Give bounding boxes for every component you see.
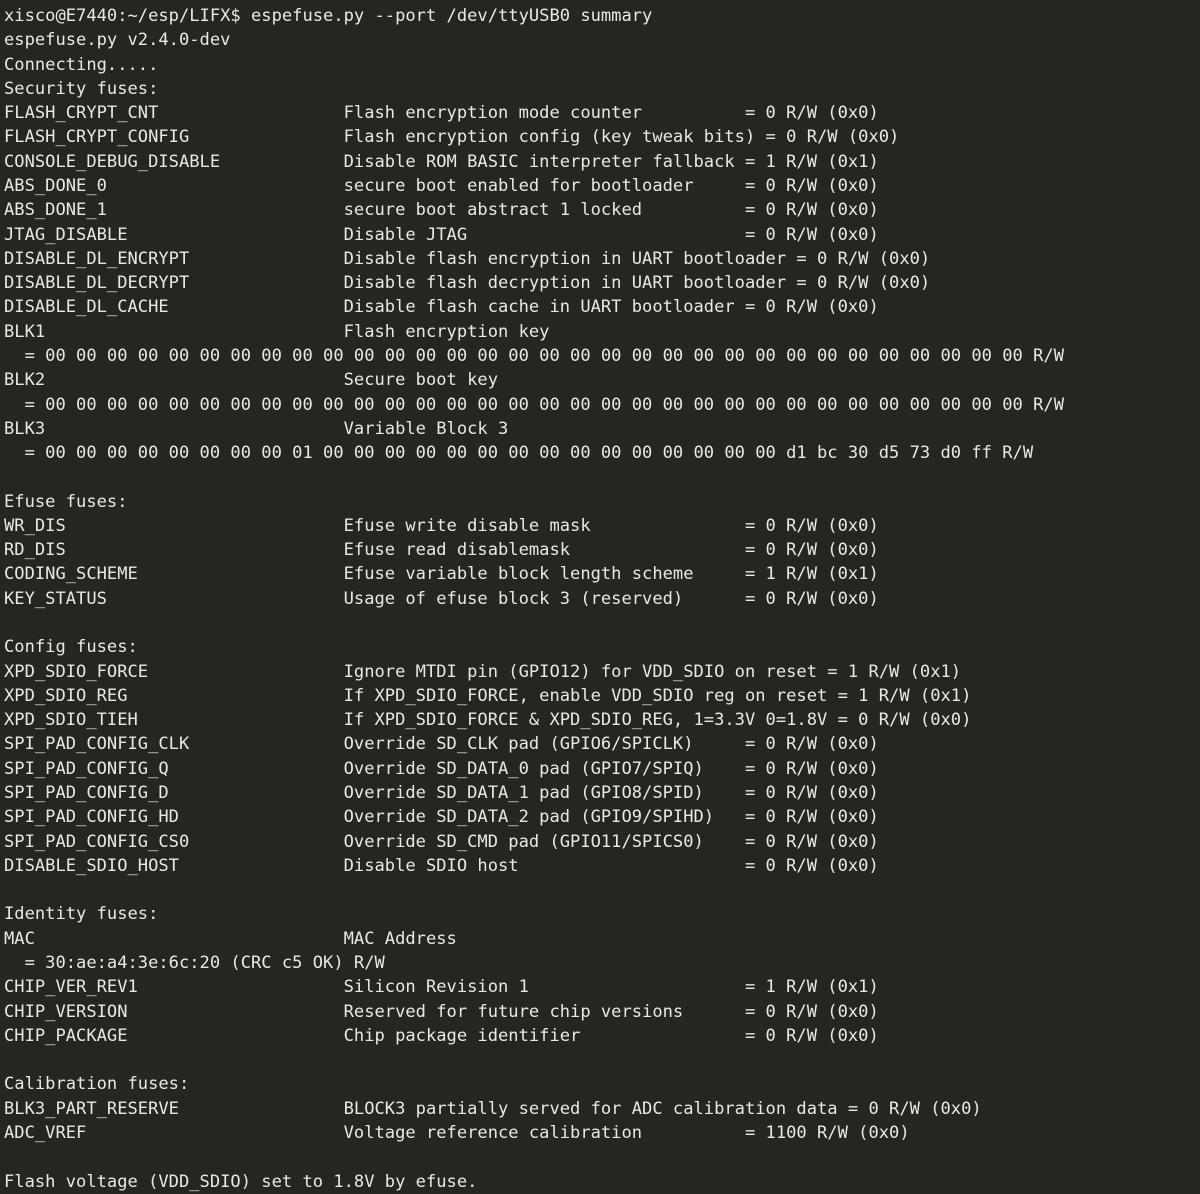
fuse-row: MAC MAC Address	[4, 928, 457, 949]
section-heading-3: Identity fuses:	[4, 904, 159, 925]
section-gap-3	[4, 878, 1200, 902]
fuse-row: XPD_SDIO_FORCE Ignore MTDI pin (GPIO12) …	[4, 661, 962, 682]
fuse-row: BLK2 Secure boot key	[4, 370, 498, 391]
fuse-hex-line: = 00 00 00 00 00 00 00 00 00 00 00 00 00…	[4, 345, 1065, 366]
fuse-row: ABS_DONE_0 secure boot enabled for bootl…	[4, 175, 879, 196]
fuse-row: XPD_SDIO_TIEH If XPD_SDIO_FORCE & XPD_SD…	[4, 710, 972, 731]
fuse-row: SPI_PAD_CONFIG_CLK Override SD_CLK pad (…	[4, 734, 879, 755]
terminal-output[interactable]: xisco@E7440:~/esp/LIFX$ espefuse.py --po…	[0, 0, 1200, 1194]
fuse-row: DISABLE_SDIO_HOST Disable SDIO host = 0 …	[4, 855, 879, 876]
footer-gap	[4, 1145, 1200, 1169]
section-gap-1	[4, 465, 1200, 489]
fuse-row: CHIP_PACKAGE Chip package identifier = 0…	[4, 1025, 879, 1046]
fuse-row: ADC_VREF Voltage reference calibration =…	[4, 1122, 910, 1143]
fuse-row: SPI_PAD_CONFIG_CS0 Override SD_CMD pad (…	[4, 831, 879, 852]
fuse-hex-line: = 00 00 00 00 00 00 00 00 01 00 00 00 00…	[4, 443, 1034, 464]
section-heading-0: Security fuses:	[4, 78, 159, 99]
fuse-row: DISABLE_DL_CACHE Disable flash cache in …	[4, 297, 879, 318]
program-version-line: espefuse.py v2.4.0-dev	[4, 30, 231, 51]
section-gap-4	[4, 1048, 1200, 1072]
fuse-row: RD_DIS Efuse read disablemask = 0 R/W (0…	[4, 540, 879, 561]
fuse-row: DISABLE_DL_DECRYPT Disable flash decrypt…	[4, 273, 931, 294]
fuse-row: JTAG_DISABLE Disable JTAG = 0 R/W (0x0)	[4, 224, 879, 245]
shell-prompt-line: xisco@E7440:~/esp/LIFX$ espefuse.py --po…	[4, 6, 653, 26]
fuse-row: CHIP_VER_REV1 Silicon Revision 1 = 1 R/W…	[4, 977, 879, 998]
fuse-row: BLK3_PART_RESERVE BLOCK3 partially serve…	[4, 1098, 982, 1119]
section-heading-4: Calibration fuses:	[4, 1074, 190, 1095]
connecting-line: Connecting.....	[4, 54, 159, 75]
fuse-hex-line: = 30:ae:a4:3e:6c:20 (CRC c5 OK) R/W	[4, 952, 385, 973]
fuse-row: DISABLE_DL_ENCRYPT Disable flash encrypt…	[4, 248, 931, 269]
fuse-row: FLASH_CRYPT_CONFIG Flash encryption conf…	[4, 127, 900, 148]
fuse-row: FLASH_CRYPT_CNT Flash encryption mode co…	[4, 103, 879, 124]
fuse-row: ABS_DONE_1 secure boot abstract 1 locked…	[4, 200, 879, 221]
fuse-hex-line: = 00 00 00 00 00 00 00 00 00 00 00 00 00…	[4, 394, 1065, 415]
fuse-row: SPI_PAD_CONFIG_HD Override SD_DATA_2 pad…	[4, 807, 879, 828]
fuse-row: BLK3 Variable Block 3	[4, 418, 509, 439]
fuse-row: CODING_SCHEME Efuse variable block lengt…	[4, 564, 879, 585]
flash-voltage-line: Flash voltage (VDD_SDIO) set to 1.8V by …	[4, 1171, 478, 1192]
section-heading-2: Config fuses:	[4, 637, 138, 658]
section-gap-2	[4, 611, 1200, 635]
fuse-row: CHIP_VERSION Reserved for future chip ve…	[4, 1001, 879, 1022]
fuse-row: SPI_PAD_CONFIG_D Override SD_DATA_1 pad …	[4, 783, 879, 803]
fuse-row: XPD_SDIO_REG If XPD_SDIO_FORCE, enable V…	[4, 685, 972, 706]
fuse-row: SPI_PAD_CONFIG_Q Override SD_DATA_0 pad …	[4, 758, 879, 779]
fuse-row: BLK1 Flash encryption key	[4, 321, 550, 342]
section-heading-1: Efuse fuses:	[4, 491, 128, 512]
fuse-row: CONSOLE_DEBUG_DISABLE Disable ROM BASIC …	[4, 151, 879, 172]
fuse-row: WR_DIS Efuse write disable mask = 0 R/W …	[4, 515, 879, 536]
fuse-row: KEY_STATUS Usage of efuse block 3 (reser…	[4, 588, 879, 609]
